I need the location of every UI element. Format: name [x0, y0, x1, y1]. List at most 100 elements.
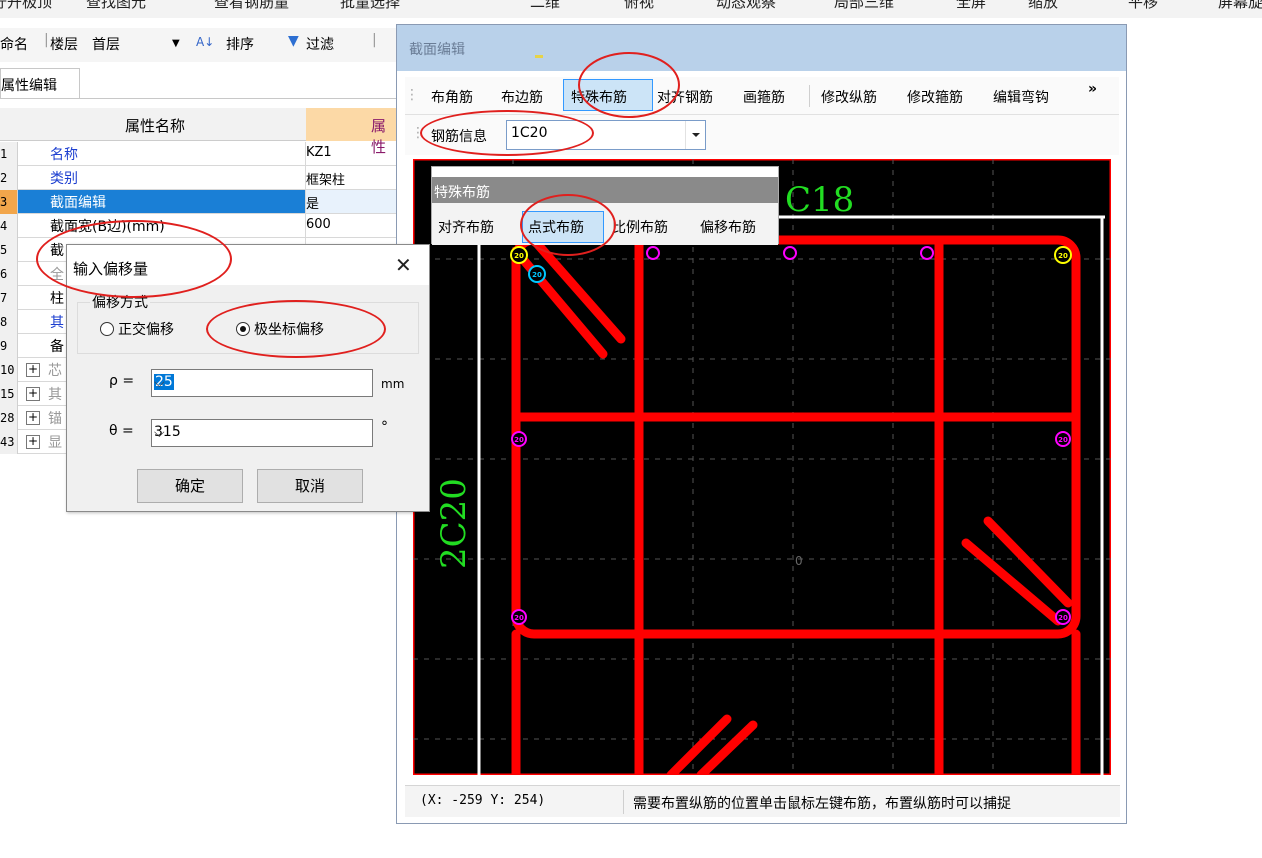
theta-unit: ° [381, 419, 388, 435]
table-row[interactable]: 2 类别 框架柱 [0, 166, 396, 190]
table-row[interactable]: 1 名称 KZ1 [0, 142, 396, 166]
polar-offset-label[interactable]: 极坐标偏移 [254, 319, 324, 339]
property-name: 备 [50, 339, 64, 355]
property-value[interactable]: KZ1 [306, 145, 332, 160]
row-number: 6 [0, 262, 18, 286]
expand-icon[interactable]: + [26, 387, 40, 401]
property-name: 其 [48, 387, 62, 403]
chevron-down-icon[interactable] [685, 121, 705, 149]
close-icon[interactable]: ✕ [395, 253, 412, 277]
expand-icon[interactable]: + [26, 363, 40, 377]
separator [809, 85, 810, 107]
zoom-button[interactable]: 缩放 [1028, 0, 1058, 12]
property-name: 类别 [50, 171, 78, 187]
row-number: 15 [0, 382, 18, 406]
property-name: 截面宽(B边)(mm) [50, 219, 165, 235]
toolbar-grip: ⋮ [411, 125, 425, 141]
sort-icon: A↓ [196, 35, 215, 49]
filter-icon: ▼ [288, 33, 299, 49]
property-name: 柱 [50, 291, 64, 307]
find-element-button[interactable]: 查找图元 [86, 0, 146, 12]
fullscreen-button[interactable]: 全屏 [956, 0, 986, 12]
edit-long-bar-button[interactable]: 修改纵筋 [821, 87, 877, 107]
align-bar-button[interactable]: 对齐钢筋 [657, 87, 713, 107]
property-name: 截 [50, 243, 64, 259]
special-bar-button[interactable]: 特殊布筋 [571, 87, 627, 107]
more-icon[interactable]: » [1088, 81, 1097, 97]
row-number: 4 [0, 214, 18, 238]
group-label: 偏移方式 [90, 292, 150, 312]
special-layout-popup: 特殊布筋 对齐布筋 点式布筋 比例布筋 偏移布筋 [431, 166, 779, 245]
chevron-down-icon[interactable]: ⌵ [154, 425, 366, 441]
section-canvas[interactable]: 20 20 20 20 20 20 20 C18 2C20 0 [411, 157, 1113, 780]
side-bar-label: 2C20 [434, 478, 474, 569]
cursor-coordinates: (X: -259 Y: 254) [420, 793, 546, 808]
table-row[interactable]: 4 截面宽(B边)(mm) 600 [0, 214, 396, 238]
cancel-button[interactable]: 取消 [257, 469, 363, 503]
ratio-layout-button[interactable]: 比例布筋 [612, 217, 668, 237]
property-value[interactable]: 框架柱 [306, 169, 345, 188]
status-bar: (X: -259 Y: 254) 需要布置纵筋的位置单击鼠标左键布筋，布置纵筋时… [405, 785, 1120, 817]
separator [623, 790, 624, 814]
local-3d-button[interactable]: 局部三维 [834, 0, 894, 12]
polar-offset-radio[interactable] [236, 322, 250, 336]
top-view-button[interactable]: 俯视 [624, 0, 654, 12]
toolbar-item-1[interactable]: 柠开极顶 [0, 0, 52, 12]
edge-bar-button[interactable]: 布边筋 [501, 87, 543, 107]
row-number: 2 [0, 166, 18, 190]
edit-hook-button[interactable]: 编辑弯钩 [993, 87, 1049, 107]
property-value[interactable]: 是 [306, 193, 319, 212]
expand-icon[interactable]: + [26, 435, 40, 449]
dialog-body: 偏移方式 正交偏移 极坐标偏移 ρ = 25 ⌵ mm θ = 315 ⌵ ° … [67, 285, 429, 511]
top-bar-label: C18 [785, 180, 854, 220]
section-editor-window: 截面编辑 ⋮ 布角筋 布边筋 特殊布筋 对齐钢筋 画箍筋 修改纵筋 修改箍筋 编… [396, 24, 1127, 824]
window-titlebar[interactable]: 截面编辑 [397, 25, 1126, 71]
point-layout-button[interactable]: 点式布筋 [528, 217, 584, 237]
edit-stirrup-button[interactable]: 修改箍筋 [907, 87, 963, 107]
column-header-name[interactable]: 属性名称 [125, 115, 185, 136]
svg-text:20: 20 [1058, 614, 1068, 622]
view-rebar-button[interactable]: 查看钢筋量 [214, 0, 289, 12]
property-value[interactable]: 600 [306, 217, 331, 232]
grid-header: 属性名称 属性 [0, 108, 396, 156]
floor-select[interactable]: 首层 [92, 34, 120, 54]
offset-dialog: 输入偏移量 ✕ 偏移方式 正交偏移 极坐标偏移 ρ = 25 ⌵ mm θ = … [66, 244, 430, 512]
svg-text:20: 20 [514, 436, 524, 444]
rename-button[interactable]: 命名 [0, 34, 28, 54]
row-number: 9 [0, 334, 18, 358]
row-number: 7 [0, 286, 18, 310]
svg-text:20: 20 [514, 614, 524, 622]
ortho-offset-radio[interactable] [100, 322, 114, 336]
corner-bar-label: 20 [514, 252, 524, 260]
row-number: 5 [0, 238, 18, 262]
toolbar-grip: ⋮ [405, 87, 419, 103]
screen-rotate-button[interactable]: 屏幕旋 [1218, 0, 1262, 12]
sort-button[interactable]: 排序 [226, 34, 254, 54]
popup-titlebar[interactable]: 特殊布筋 [432, 177, 778, 203]
expand-icon[interactable]: + [26, 411, 40, 425]
view-2d-dropdown[interactable]: 二维 [530, 0, 560, 12]
table-row[interactable]: 3 截面编辑 是 [0, 190, 396, 214]
rebar-info-select[interactable]: 1C20 [506, 120, 706, 150]
row-number: 10 [0, 358, 18, 382]
draw-stirrup-button[interactable]: 画箍筋 [743, 87, 785, 107]
filter-button[interactable]: 过滤 [306, 34, 334, 54]
batch-select-button[interactable]: 批量选择 [340, 0, 400, 12]
chevron-down-icon[interactable]: ▼ [172, 38, 180, 49]
chevron-down-icon[interactable]: ⌵ [154, 375, 366, 391]
ortho-offset-label[interactable]: 正交偏移 [118, 319, 174, 339]
ok-button[interactable]: 确定 [137, 469, 243, 503]
corner-bar-button[interactable]: 布角筋 [431, 87, 473, 107]
pan-button[interactable]: 平移 [1128, 0, 1158, 12]
theta-input[interactable]: 315 ⌵ [151, 419, 373, 447]
dynamic-view-button[interactable]: 动态观察 [716, 0, 776, 12]
special-layout-toolbar: 对齐布筋 点式布筋 比例布筋 偏移布筋 [432, 203, 778, 245]
rho-input[interactable]: 25 ⌵ [151, 369, 373, 397]
align-layout-button[interactable]: 对齐布筋 [438, 217, 494, 237]
title-marker [535, 55, 543, 58]
property-toolbar: 命名 | 楼层 首层 ▼ A↓ 排序 ▼ 过滤 | [0, 28, 396, 62]
column-header-value[interactable]: 属性 [306, 108, 396, 156]
offset-layout-button[interactable]: 偏移布筋 [700, 217, 756, 237]
divider [0, 98, 396, 99]
tab-property-edit[interactable]: 属性编辑 [0, 68, 80, 98]
